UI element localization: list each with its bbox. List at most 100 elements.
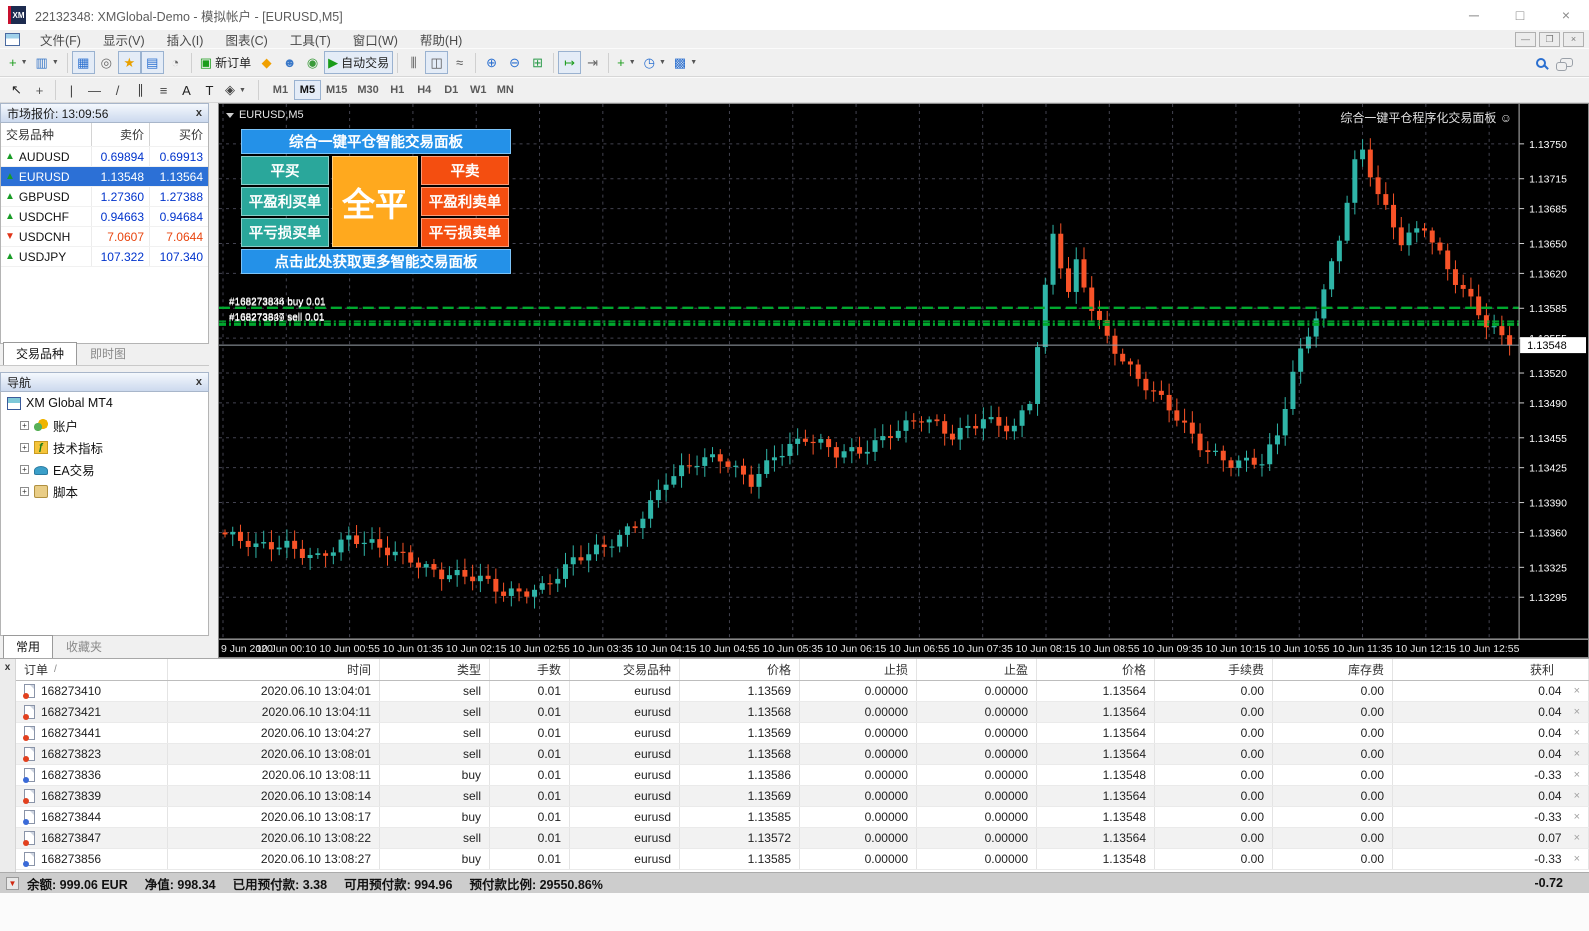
market-watch-toggle[interactable]: ▦ xyxy=(72,51,95,74)
zoom-out-button[interactable]: ⊖ xyxy=(503,51,526,74)
order-row-168273410[interactable]: 1682734102020.06.10 13:04:01sell0.01euru… xyxy=(16,681,1589,702)
navigator-header[interactable]: 导航 x xyxy=(0,372,209,392)
hline-tool[interactable]: — xyxy=(83,79,106,102)
chart-bars-button[interactable]: ⫼ xyxy=(402,51,425,74)
column-header-2[interactable]: 类型 xyxy=(380,659,490,680)
close-order-icon[interactable]: × xyxy=(1574,832,1580,844)
mdi-minimize-button[interactable]: — xyxy=(1515,32,1536,47)
order-row-168273847[interactable]: 1682738472020.06.10 13:08:22sell0.01euru… xyxy=(16,828,1589,849)
timeframe-m5-button[interactable]: M5 xyxy=(294,80,321,100)
new-order-button[interactable]: ▣新订单 xyxy=(196,51,255,74)
column-header-5[interactable]: 价格 xyxy=(680,659,800,680)
close-order-icon[interactable]: × xyxy=(1574,748,1580,760)
column-header-3[interactable]: 手数 xyxy=(490,659,570,680)
tab-favorites[interactable]: 收藏夹 xyxy=(53,635,115,658)
tile-windows-button[interactable]: ⊞ xyxy=(526,51,549,74)
community-button[interactable]: ☻ xyxy=(278,51,301,74)
metaeditor-button[interactable]: ◆ xyxy=(255,51,278,74)
mdi-restore-button[interactable]: ❐ xyxy=(1539,32,1560,47)
timeframe-mn-button[interactable]: MN xyxy=(492,80,519,100)
profiles-button[interactable]: ▥▼ xyxy=(32,51,63,74)
periods-button[interactable]: ◷▼ xyxy=(640,51,670,74)
column-symbol[interactable]: 交易品种 xyxy=(1,123,92,146)
account-summary-icon[interactable]: ▼ xyxy=(6,877,19,890)
strategy-tester-toggle[interactable]: ◔ xyxy=(164,51,187,74)
column-header-1[interactable]: 时间 xyxy=(168,659,380,680)
order-row-168273839[interactable]: 1682738392020.06.10 13:08:14sell0.01euru… xyxy=(16,786,1589,807)
menu-i[interactable]: 插入(I) xyxy=(156,30,215,49)
data-window-toggle[interactable]: ◎ xyxy=(95,51,118,74)
tab-common[interactable]: 常用 xyxy=(3,635,53,658)
column-header-0[interactable]: 订单/ xyxy=(16,659,168,680)
dropdown-arrow-icon[interactable]: ▼ xyxy=(659,59,666,66)
timeframe-h1-button[interactable]: H1 xyxy=(384,80,411,100)
chart-candles-button[interactable]: ◫ xyxy=(425,51,448,74)
vline-tool[interactable]: | xyxy=(60,79,83,102)
dropdown-arrow-icon[interactable]: ▼ xyxy=(690,59,697,66)
expand-icon[interactable]: + xyxy=(20,421,29,430)
order-row-168273836[interactable]: 1682738362020.06.10 13:08:11buy0.01eurus… xyxy=(16,765,1589,786)
dropdown-arrow-icon[interactable]: ▼ xyxy=(629,59,636,66)
expand-icon[interactable]: + xyxy=(20,465,29,474)
column-header-6[interactable]: 止损 xyxy=(800,659,917,680)
ea-panel-footer-link[interactable]: 点击此处获取更多智能交易面板 xyxy=(241,249,511,274)
label-tool[interactable]: T xyxy=(198,79,221,102)
dropdown-arrow-icon[interactable]: ▼ xyxy=(52,59,59,66)
close-buy-button[interactable]: 平买 xyxy=(241,156,329,185)
crosshair-tool[interactable]: + xyxy=(28,79,51,102)
menu-w[interactable]: 窗口(W) xyxy=(342,30,409,49)
close-order-icon[interactable]: × xyxy=(1574,769,1580,781)
terminal-toggle[interactable]: ▤ xyxy=(141,51,164,74)
close-order-icon[interactable]: × xyxy=(1574,706,1580,718)
templates-button[interactable]: ▩▼ xyxy=(670,51,701,74)
news-button[interactable]: ◉ xyxy=(301,51,324,74)
minimize-button[interactable]: ─ xyxy=(1451,0,1497,30)
close-sell-button[interactable]: 平卖 xyxy=(421,156,509,185)
market-watch-row-usdchf[interactable]: ▲USDCHF0.946630.94684 xyxy=(1,207,208,227)
market-watch-row-usdjpy[interactable]: ▲USDJPY107.322107.340 xyxy=(1,247,208,267)
expand-icon[interactable]: + xyxy=(20,487,29,496)
text-tool[interactable]: A xyxy=(175,79,198,102)
menu-f[interactable]: 文件(F) xyxy=(29,30,92,49)
column-header-8[interactable]: 价格 xyxy=(1037,659,1155,680)
dropdown-arrow-icon[interactable]: ▼ xyxy=(21,59,28,66)
new-chart-button[interactable]: +▼ xyxy=(5,51,32,74)
timeframe-w1-button[interactable]: W1 xyxy=(465,80,492,100)
cursor-tool[interactable]: ↖ xyxy=(5,79,28,102)
tab-symbols[interactable]: 交易品种 xyxy=(3,342,77,365)
auto-scroll-button[interactable]: ↦ xyxy=(558,51,581,74)
column-header-9[interactable]: 手续费 xyxy=(1155,659,1273,680)
navigator-item-indicators[interactable]: +ƒ技术指标 xyxy=(1,436,208,458)
order-row-168273823[interactable]: 1682738232020.06.10 13:08:01sell0.01euru… xyxy=(16,744,1589,765)
column-ask[interactable]: 买价 xyxy=(150,123,208,146)
market-watch-header[interactable]: 市场报价: 13:09:56 x xyxy=(0,103,209,123)
trendline-tool[interactable]: / xyxy=(106,79,129,102)
column-header-11[interactable]: 获利 xyxy=(1393,659,1589,680)
menu-c[interactable]: 图表(C) xyxy=(214,30,278,49)
tab-tick-chart[interactable]: 即时图 xyxy=(77,342,139,365)
order-row-168273421[interactable]: 1682734212020.06.10 13:04:11sell0.01euru… xyxy=(16,702,1589,723)
market-watch-row-usdcnh[interactable]: ▼USDCNH7.06077.0644 xyxy=(1,227,208,247)
timeframe-m1-button[interactable]: M1 xyxy=(267,80,294,100)
timeframe-d1-button[interactable]: D1 xyxy=(438,80,465,100)
maximize-button[interactable]: □ xyxy=(1497,0,1543,30)
close-order-icon[interactable]: × xyxy=(1574,685,1580,697)
timeframe-m15-button[interactable]: M15 xyxy=(321,80,352,100)
close-all-button[interactable]: 全平 xyxy=(332,156,418,247)
column-bid[interactable]: 卖价 xyxy=(92,123,150,146)
chart-line-button[interactable]: ≈ xyxy=(448,51,471,74)
menu-t[interactable]: 工具(T) xyxy=(279,30,342,49)
market-watch-row-eurusd[interactable]: ▲EURUSD1.135481.13564 xyxy=(1,167,208,187)
close-loss-sell-button[interactable]: 平亏损卖单 xyxy=(421,218,509,247)
navigator-toggle[interactable]: ★ xyxy=(118,51,141,74)
chart-window[interactable]: 9 Jun 202010 Jun 00:1010 Jun 00:5510 Jun… xyxy=(218,103,1589,658)
close-profit-sell-button[interactable]: 平盈利卖单 xyxy=(421,187,509,216)
fibonacci-tool[interactable]: ≡ xyxy=(152,79,175,102)
market-watch-close-icon[interactable]: x xyxy=(196,107,202,119)
search-icon[interactable] xyxy=(1536,58,1546,68)
order-row-168273441[interactable]: 1682734412020.06.10 13:04:27sell0.01euru… xyxy=(16,723,1589,744)
community-chat-icon[interactable] xyxy=(1560,58,1573,67)
market-watch-row-gbpusd[interactable]: ▲GBPUSD1.273601.27388 xyxy=(1,187,208,207)
navigator-item-experts[interactable]: +EA交易 xyxy=(1,458,208,480)
order-row-168273856[interactable]: 1682738562020.06.10 13:08:27buy0.01eurus… xyxy=(16,849,1589,870)
